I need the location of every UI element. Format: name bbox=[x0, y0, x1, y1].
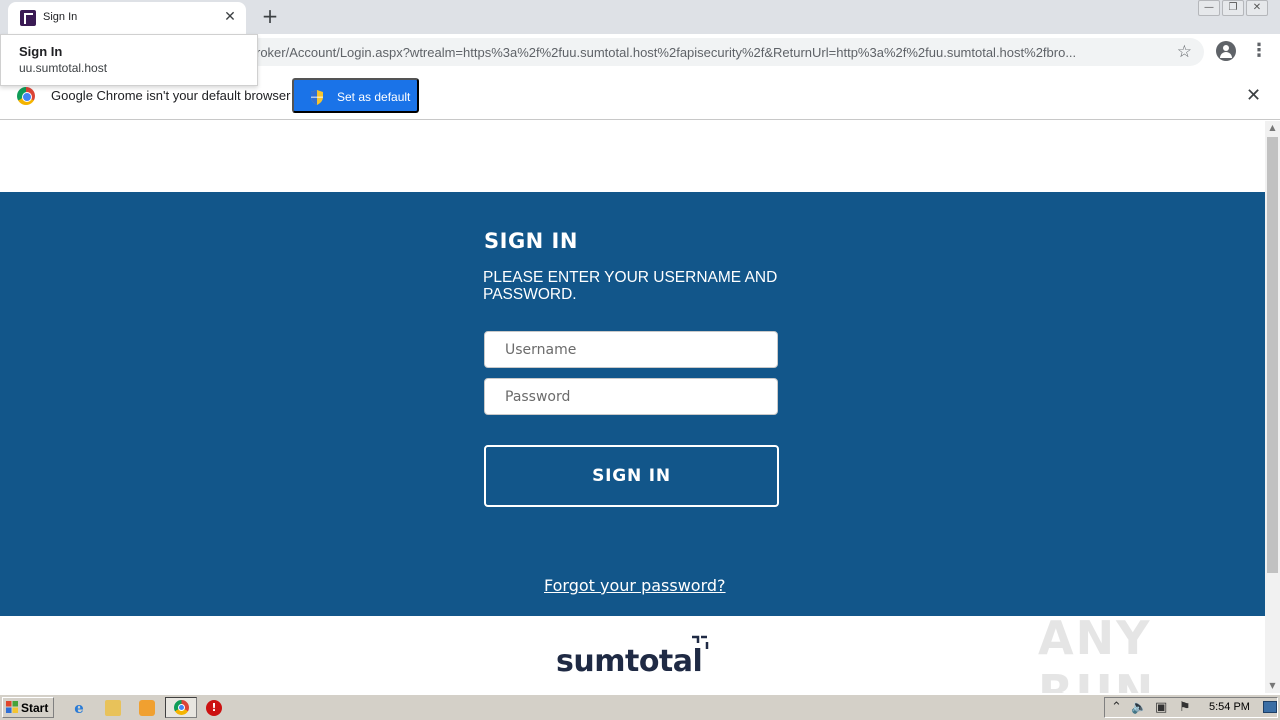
restore-button[interactable]: ❐ bbox=[1222, 0, 1244, 16]
start-button[interactable]: Start bbox=[2, 697, 54, 718]
tab-title: Sign In bbox=[43, 11, 78, 23]
sumtotal-logo-text: sumtotal bbox=[556, 644, 703, 679]
new-tab-button[interactable]: + bbox=[259, 6, 281, 28]
bookmark-star-icon[interactable]: ☆ bbox=[1177, 42, 1192, 62]
tab-hover-tooltip: Sign In uu.sumtotal.host bbox=[0, 34, 258, 86]
network-icon[interactable]: ▣ bbox=[1155, 700, 1167, 716]
infobar-message: Google Chrome isn't your default browser bbox=[51, 88, 291, 103]
action-center-flag-icon[interactable]: ⚑ bbox=[1179, 700, 1191, 716]
tooltip-title: Sign In bbox=[19, 44, 63, 59]
window-controls: — ❐ ✕ bbox=[1198, 0, 1268, 18]
password-input[interactable] bbox=[484, 378, 778, 415]
media-player-icon[interactable] bbox=[139, 700, 155, 716]
show-desktop-icon[interactable] bbox=[1263, 701, 1277, 713]
tab-sign-in[interactable]: Sign In ✕ bbox=[8, 2, 246, 34]
chrome-logo-icon bbox=[17, 87, 35, 105]
address-bar[interactable]: roker/Account/Login.aspx?wtrealm=https%3… bbox=[240, 38, 1204, 66]
forgot-password-link[interactable]: Forgot your password? bbox=[544, 576, 726, 595]
chrome-menu-icon[interactable]: ⋮ bbox=[1250, 42, 1268, 62]
taskbar-clock[interactable]: 5:54 PM bbox=[1209, 701, 1250, 713]
close-window-button[interactable]: ✕ bbox=[1246, 0, 1268, 16]
username-input[interactable] bbox=[484, 331, 778, 368]
tab-strip: Sign In ✕ + — ❐ ✕ bbox=[0, 0, 1280, 34]
close-infobar-icon[interactable]: ✕ bbox=[1246, 86, 1261, 106]
close-tab-icon[interactable]: ✕ bbox=[222, 9, 238, 25]
profile-avatar-icon[interactable] bbox=[1216, 41, 1236, 61]
signin-heading: SIGN IN bbox=[484, 229, 578, 253]
windows-taskbar: Start e ! ⌃ 🔈 ▣ ⚑ 5:54 PM bbox=[0, 694, 1280, 720]
scroll-down-arrow-icon[interactable]: ▼ bbox=[1265, 681, 1280, 691]
system-tray: ⌃ 🔈 ▣ ⚑ 5:54 PM bbox=[1104, 697, 1278, 718]
sumtotal-favicon-icon bbox=[20, 10, 36, 26]
folder-icon[interactable] bbox=[105, 700, 121, 716]
windows-flag-icon bbox=[6, 701, 18, 713]
chrome-icon bbox=[174, 700, 189, 715]
page-scrollbar[interactable]: ▲ ▼ bbox=[1265, 121, 1280, 693]
anyrun-watermark: ANY RUN bbox=[1038, 611, 1156, 693]
uac-shield-icon bbox=[311, 90, 323, 105]
set-as-default-label: Set as default bbox=[337, 90, 411, 104]
start-label: Start bbox=[21, 701, 49, 715]
chrome-taskbar-button[interactable] bbox=[165, 697, 197, 718]
url-text[interactable]: roker/Account/Login.aspx?wtrealm=https%3… bbox=[256, 45, 1166, 60]
sumtotal-mark-icon bbox=[692, 635, 709, 649]
signin-button[interactable]: SIGN IN bbox=[484, 445, 779, 507]
scroll-up-arrow-icon[interactable]: ▲ bbox=[1265, 123, 1280, 133]
signin-instructions: PLEASE ENTER YOUR USERNAME AND PASSWORD. bbox=[483, 269, 778, 303]
login-panel: SIGN IN PLEASE ENTER YOUR USERNAME AND P… bbox=[0, 192, 1265, 616]
stop-icon[interactable]: ! bbox=[206, 700, 222, 716]
minimize-button[interactable]: — bbox=[1198, 0, 1220, 16]
internet-explorer-icon[interactable]: e bbox=[71, 700, 87, 716]
page-viewport: SIGN IN PLEASE ENTER YOUR USERNAME AND P… bbox=[0, 121, 1265, 693]
scroll-thumb[interactable] bbox=[1267, 137, 1278, 573]
set-as-default-button[interactable]: Set as default bbox=[292, 78, 419, 113]
volume-icon[interactable]: 🔈 bbox=[1131, 700, 1147, 716]
tray-expand-icon[interactable]: ⌃ bbox=[1111, 700, 1122, 716]
tooltip-host: uu.sumtotal.host bbox=[19, 61, 108, 75]
